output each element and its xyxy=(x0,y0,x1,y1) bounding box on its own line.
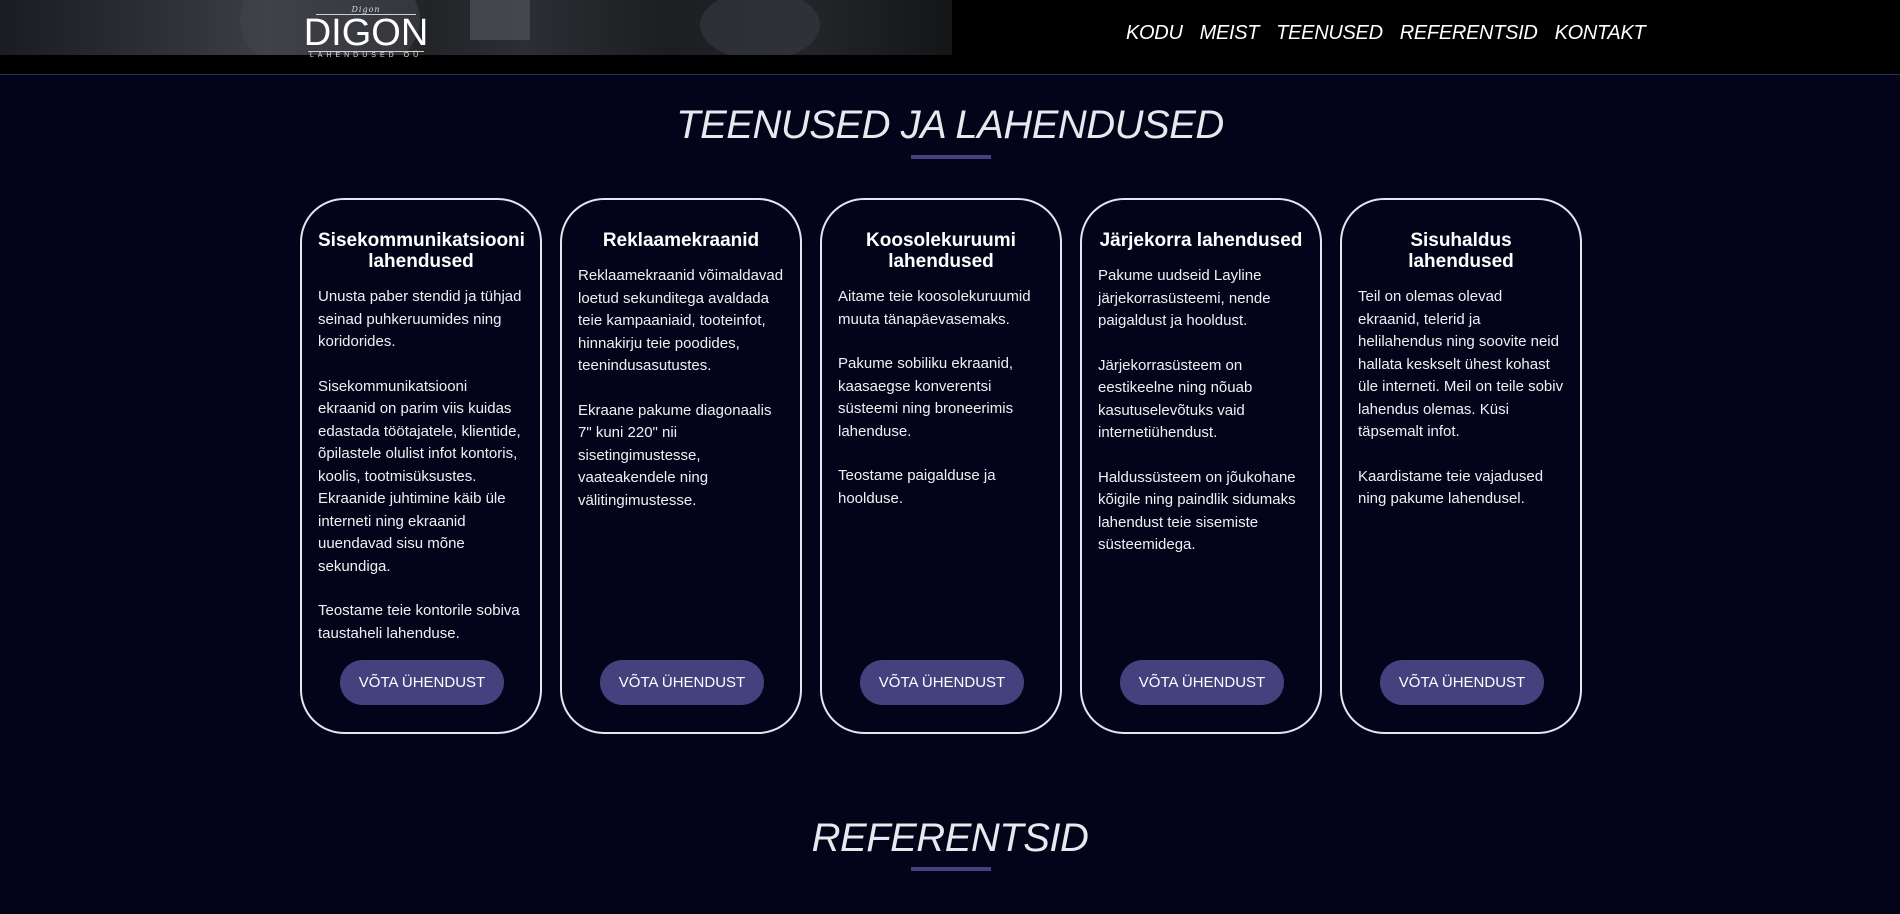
card-title: Järjekorra lahendused xyxy=(1099,230,1303,251)
card-text: Sisekommunikatsiooni ekraanid on parim v… xyxy=(318,377,521,575)
logo-name: DIGON xyxy=(303,12,429,54)
nav-link-kodu[interactable]: KODU xyxy=(1126,22,1183,45)
nav-link-meist[interactable]: MEIST xyxy=(1200,22,1260,45)
card-text: Pakume uudseid Layline järjekorrasüsteem… xyxy=(1098,267,1271,329)
card-title: Koosolekuruumi lahendused xyxy=(866,230,1016,272)
contact-button[interactable]: VÕTA ÜHENDUST xyxy=(1120,660,1284,705)
nav-link-teenused[interactable]: TEENUSED xyxy=(1276,22,1383,45)
contact-button[interactable]: VÕTA ÜHENDUST xyxy=(600,660,764,705)
main-nav: KODU MEIST TEENUSED REFERENTSID KONTAKT xyxy=(1126,22,1646,45)
service-card-sisekommunikatsioon: Sisekommunikatsiooni lahendused Unusta p… xyxy=(300,198,542,734)
nav-link-kontakt[interactable]: KONTAKT xyxy=(1555,22,1646,45)
header-hero-image xyxy=(0,0,952,55)
service-card-reklaamekraanid: Reklaamekraanid Reklaamekraanid võimalda… xyxy=(560,198,802,734)
nav-link-referentsid[interactable]: REFERENTSID xyxy=(1400,22,1538,45)
site-header: Digon DIGON LAHENDUSED OÜ KODU MEIST TEE… xyxy=(0,0,1900,75)
services-title-underline xyxy=(911,155,991,159)
card-title: Sisuhaldus lahendused xyxy=(1408,230,1514,272)
services-cards: Sisekommunikatsiooni lahendused Unusta p… xyxy=(300,198,1582,734)
card-text: Teil on olemas olevad ekraanid, telerid … xyxy=(1358,288,1564,440)
services-section-title: TEENUSED JA LAHENDUSED xyxy=(676,103,1224,147)
card-text: Haldussüsteem on jõukohane kõigile ning … xyxy=(1098,468,1296,554)
references-title-underline xyxy=(911,867,991,871)
references-section-title: REFERENTSID xyxy=(811,816,1089,860)
service-card-koosolekuruum: Koosolekuruumi lahendused Aitame teie ko… xyxy=(820,198,1062,734)
card-text: Unusta paber stendid ja tühjad seinad pu… xyxy=(318,288,522,350)
card-text: Reklaamekraanid võimaldavad loetud sekun… xyxy=(578,267,784,374)
contact-button[interactable]: VÕTA ÜHENDUST xyxy=(1380,660,1544,705)
card-text: Pakume sobiliku ekraanid, kaasaegse konv… xyxy=(838,355,1014,440)
card-text: Teostame teie kontorile sobiva taustahel… xyxy=(318,602,520,642)
card-text: Ekraane pakume diagonaalis 7" kuni 220" … xyxy=(578,401,772,509)
card-text: Kaardistame teie vajadused ning pakume l… xyxy=(1358,467,1544,508)
card-text: Järjekorrasüsteem on eestikeelne ning nõ… xyxy=(1098,356,1253,442)
service-card-jarjekord: Järjekorra lahendused Pakume uudseid Lay… xyxy=(1080,198,1322,734)
digon-logo[interactable]: Digon DIGON LAHENDUSED OÜ xyxy=(302,6,430,62)
card-text: Teostame paigalduse ja hoolduse. xyxy=(838,467,996,507)
contact-button[interactable]: VÕTA ÜHENDUST xyxy=(340,660,504,705)
service-card-sisuhaldus: Sisuhaldus lahendused Teil on olemas ole… xyxy=(1340,198,1582,734)
logo-subtitle: LAHENDUSED OÜ xyxy=(308,51,424,59)
card-title: Reklaamekraanid xyxy=(602,230,760,251)
card-title: Sisekommunikatsiooni lahendused xyxy=(318,230,525,272)
contact-button[interactable]: VÕTA ÜHENDUST xyxy=(860,660,1024,705)
card-text: Aitame teie koosolekuruumid muuta tänapä… xyxy=(838,288,1031,328)
